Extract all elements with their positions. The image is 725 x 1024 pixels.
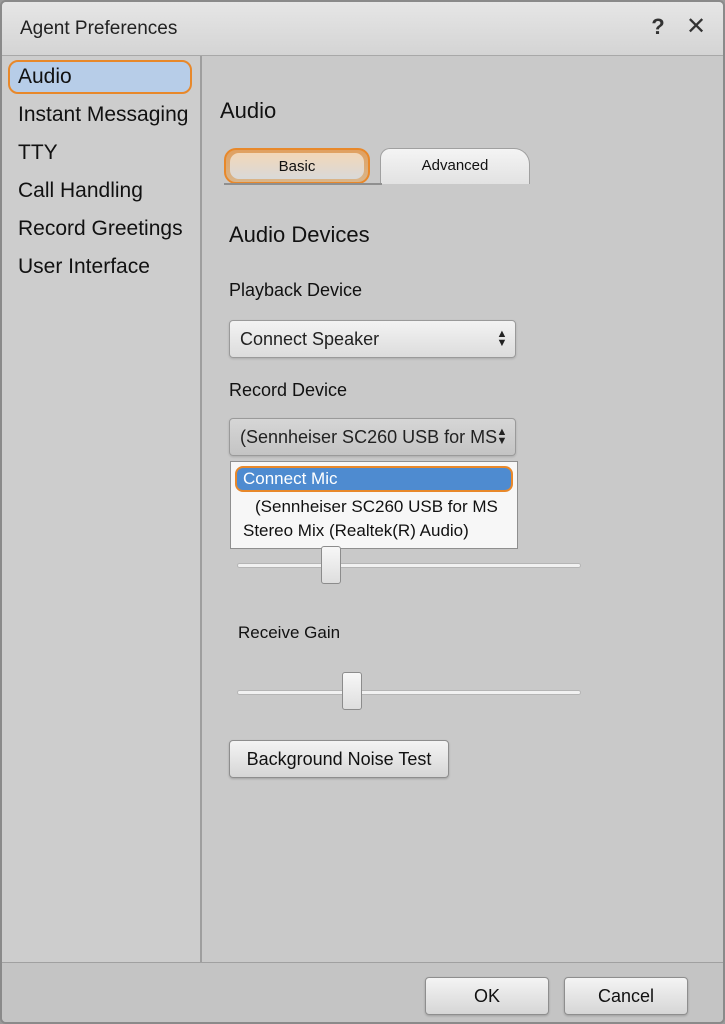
dropdown-option-sennheiser[interactable]: (Sennheiser SC260 USB for MS bbox=[235, 494, 513, 520]
agent-preferences-dialog: Agent Preferences ? ✕ Audio Instant Mess… bbox=[0, 0, 725, 1024]
tab-divider bbox=[224, 183, 382, 185]
ok-button[interactable]: OK bbox=[425, 977, 549, 1015]
playback-device-select[interactable]: Connect Speaker ▲ ▼ bbox=[229, 320, 516, 358]
cancel-button[interactable]: Cancel bbox=[564, 977, 688, 1015]
record-device-select[interactable]: (Sennheiser SC260 USB for MS ▲ ▼ bbox=[229, 418, 516, 456]
close-icon[interactable]: ✕ bbox=[682, 12, 710, 42]
select-arrows-icon: ▲ ▼ bbox=[496, 328, 508, 349]
sidebar-item-audio[interactable]: Audio bbox=[8, 60, 192, 94]
receive-gain-label: Receive Gain bbox=[238, 623, 341, 642]
sidebar-item-tty[interactable]: TTY bbox=[8, 136, 192, 170]
dropdown-option-connect-mic[interactable]: Connect Mic bbox=[235, 466, 513, 492]
tab-basic-label: Basic bbox=[230, 153, 364, 179]
receive-gain-slider-thumb[interactable] bbox=[342, 672, 362, 710]
title-bar: Agent Preferences ? ✕ bbox=[2, 2, 723, 56]
dropdown-option-stereo-mix[interactable]: Stereo Mix (Realtek(R) Audio) bbox=[235, 518, 513, 544]
dialog-title: Agent Preferences bbox=[20, 18, 178, 39]
section-title: Audio bbox=[220, 98, 277, 123]
preferences-sidebar: Audio Instant Messaging TTY Call Handlin… bbox=[2, 56, 202, 962]
sidebar-item-instant-messaging[interactable]: Instant Messaging bbox=[8, 98, 192, 132]
receive-gain-slider-track[interactable] bbox=[237, 690, 581, 695]
help-icon[interactable]: ? bbox=[645, 12, 671, 42]
sidebar-item-call-handling[interactable]: Call Handling bbox=[8, 174, 192, 208]
playback-device-value: Connect Speaker bbox=[240, 329, 380, 349]
record-device-label: Record Device bbox=[229, 380, 348, 400]
sidebar-item-user-interface[interactable]: User Interface bbox=[8, 250, 192, 284]
background-noise-test-button[interactable]: Background Noise Test bbox=[229, 740, 449, 778]
tab-advanced[interactable]: Advanced bbox=[380, 148, 530, 184]
record-device-value: (Sennheiser SC260 USB for MS bbox=[240, 427, 498, 447]
dialog-footer: OK Cancel bbox=[2, 962, 723, 1022]
transmit-slider-track[interactable] bbox=[237, 563, 581, 568]
transmit-slider-thumb[interactable] bbox=[321, 546, 341, 584]
sidebar-item-record-greetings[interactable]: Record Greetings bbox=[8, 212, 192, 246]
audio-devices-heading: Audio Devices bbox=[229, 222, 370, 247]
record-device-dropdown: Connect Mic (Sennheiser SC260 USB for MS… bbox=[230, 461, 518, 549]
tab-basic[interactable]: Basic bbox=[224, 148, 370, 184]
select-arrows-icon: ▲ ▼ bbox=[496, 426, 508, 447]
playback-device-label: Playback Device bbox=[229, 280, 363, 300]
audio-panel: Audio Advanced Basic Audio Devices Playb… bbox=[204, 56, 723, 962]
